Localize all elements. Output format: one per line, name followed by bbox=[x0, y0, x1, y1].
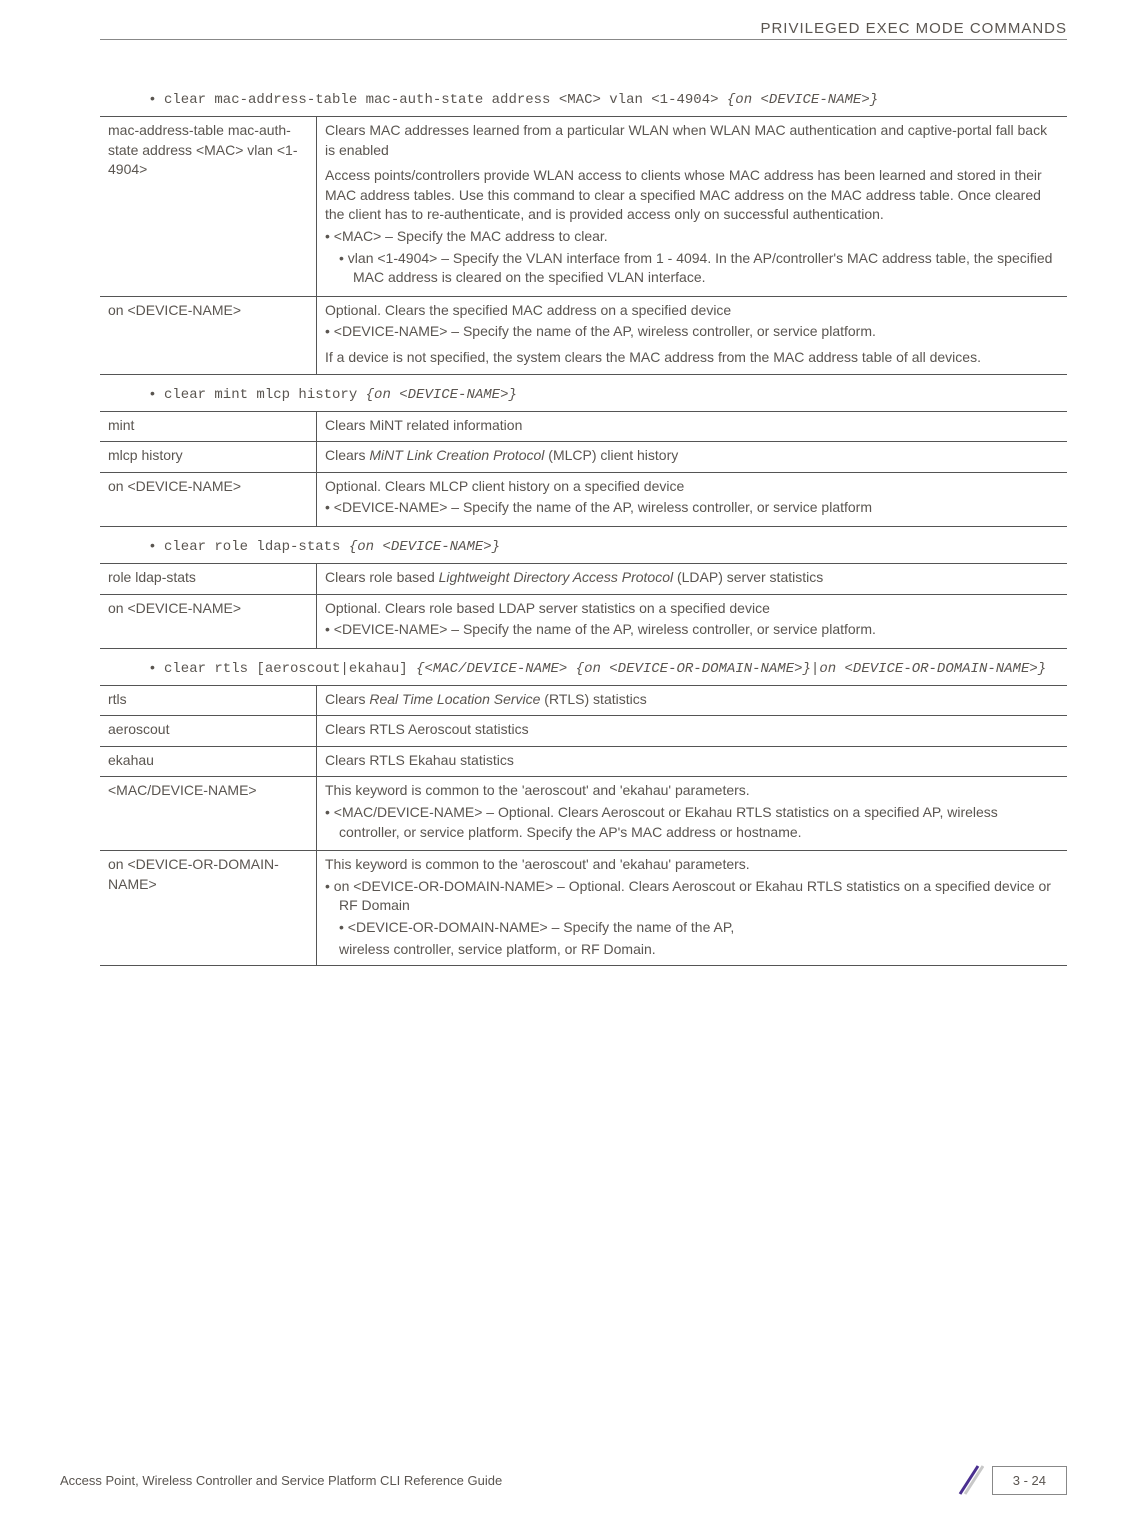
desc-cell: Clears MiNT related information bbox=[317, 411, 1068, 442]
param-cell: on <DEVICE-OR-DOMAIN-NAME> bbox=[100, 851, 317, 966]
desc-text: Clears MAC addresses learned from a part… bbox=[325, 121, 1059, 160]
desc-cell: Clears RTLS Aeroscout statistics bbox=[317, 716, 1068, 747]
desc-cell: Clears role based Lightweight Directory … bbox=[317, 563, 1068, 594]
desc-bullet: • <DEVICE-OR-DOMAIN-NAME> – Specify the … bbox=[325, 918, 1059, 938]
cmd-optional: {<MAC/DEVICE-NAME> {on <DEVICE-OR-DOMAIN… bbox=[416, 661, 1046, 677]
table-rtls: rtls Clears Real Time Location Service (… bbox=[100, 685, 1067, 967]
table-mac-address: mac-address-table mac-auth-state address… bbox=[100, 116, 1067, 375]
cmd-text: clear rtls [aeroscout|ekahau] bbox=[164, 661, 416, 677]
cmd-text: clear mint mlcp history bbox=[164, 387, 366, 403]
syntax-rtls: •clear rtls [aeroscout|ekahau] {<MAC/DEV… bbox=[150, 659, 1067, 677]
desc-text: wireless controller, service platform, o… bbox=[325, 940, 1059, 960]
param-cell: rtls bbox=[100, 685, 317, 716]
desc-text: Optional. Clears MLCP client history on … bbox=[325, 477, 1059, 497]
param-cell: mint bbox=[100, 411, 317, 442]
page-footer: Access Point, Wireless Controller and Se… bbox=[60, 1462, 1067, 1498]
desc-cell: Clears Real Time Location Service (RTLS)… bbox=[317, 685, 1068, 716]
param-cell: mlcp history bbox=[100, 442, 317, 473]
cmd-optional: {on <DEVICE-NAME>} bbox=[349, 539, 500, 555]
desc-cell: Clears MiNT Link Creation Protocol (MLCP… bbox=[317, 442, 1068, 473]
desc-bullet: • <DEVICE-NAME> – Specify the name of th… bbox=[325, 620, 1059, 640]
desc-bullet: • on <DEVICE-OR-DOMAIN-NAME> – Optional.… bbox=[325, 877, 1059, 916]
footer-text: Access Point, Wireless Controller and Se… bbox=[60, 1473, 502, 1488]
param-cell: mac-address-table mac-auth-state address… bbox=[100, 117, 317, 297]
desc-cell: This keyword is common to the 'aeroscout… bbox=[317, 777, 1068, 851]
desc-text: If a device is not specified, the system… bbox=[325, 348, 1059, 368]
table-mint: mint Clears MiNT related information mlc… bbox=[100, 411, 1067, 527]
desc-cell: This keyword is common to the 'aeroscout… bbox=[317, 851, 1068, 966]
syntax-role-ldap: •clear role ldap-stats {on <DEVICE-NAME>… bbox=[150, 537, 1067, 555]
cmd-text: clear mac-address-table mac-auth-state a… bbox=[164, 92, 727, 108]
cmd-optional: {on <DEVICE-NAME>} bbox=[727, 92, 878, 108]
desc-text: This keyword is common to the 'aeroscout… bbox=[325, 855, 1059, 875]
desc-bullet: • <DEVICE-NAME> – Specify the name of th… bbox=[325, 322, 1059, 342]
desc-bullet: • <DEVICE-NAME> – Specify the name of th… bbox=[325, 498, 1059, 518]
param-cell: role ldap-stats bbox=[100, 563, 317, 594]
desc-bullet: • <MAC> – Specify the MAC address to cle… bbox=[325, 227, 1059, 247]
desc-text: Optional. Clears role based LDAP server … bbox=[325, 599, 1059, 619]
cmd-optional: {on <DEVICE-NAME>} bbox=[366, 387, 517, 403]
desc-bullet: • vlan <1-4904> – Specify the VLAN inter… bbox=[325, 249, 1059, 288]
desc-text: Optional. Clears the specified MAC addre… bbox=[325, 301, 1059, 321]
cmd-text: clear role ldap-stats bbox=[164, 539, 349, 555]
param-cell: on <DEVICE-NAME> bbox=[100, 594, 317, 648]
syntax-mint-mlcp: •clear mint mlcp history {on <DEVICE-NAM… bbox=[150, 385, 1067, 403]
param-cell: <MAC/DEVICE-NAME> bbox=[100, 777, 317, 851]
page-header: PRIVILEGED EXEC MODE COMMANDS bbox=[100, 20, 1067, 40]
param-cell: aeroscout bbox=[100, 716, 317, 747]
desc-cell: Optional. Clears MLCP client history on … bbox=[317, 472, 1068, 526]
slash-icon bbox=[954, 1462, 984, 1498]
desc-bullet: • <MAC/DEVICE-NAME> – Optional. Clears A… bbox=[325, 803, 1059, 842]
desc-cell: Optional. Clears role based LDAP server … bbox=[317, 594, 1068, 648]
table-role-ldap: role ldap-stats Clears role based Lightw… bbox=[100, 563, 1067, 649]
desc-cell: Optional. Clears the specified MAC addre… bbox=[317, 296, 1068, 374]
param-cell: on <DEVICE-NAME> bbox=[100, 296, 317, 374]
desc-text: This keyword is common to the 'aeroscout… bbox=[325, 781, 1059, 801]
desc-cell: Clears RTLS Ekahau statistics bbox=[317, 746, 1068, 777]
param-cell: on <DEVICE-NAME> bbox=[100, 472, 317, 526]
syntax-mac-address-table: •clear mac-address-table mac-auth-state … bbox=[150, 90, 1067, 108]
page-number: 3 - 24 bbox=[992, 1466, 1067, 1495]
desc-text: Access points/controllers provide WLAN a… bbox=[325, 166, 1059, 225]
desc-cell: Clears MAC addresses learned from a part… bbox=[317, 117, 1068, 297]
param-cell: ekahau bbox=[100, 746, 317, 777]
